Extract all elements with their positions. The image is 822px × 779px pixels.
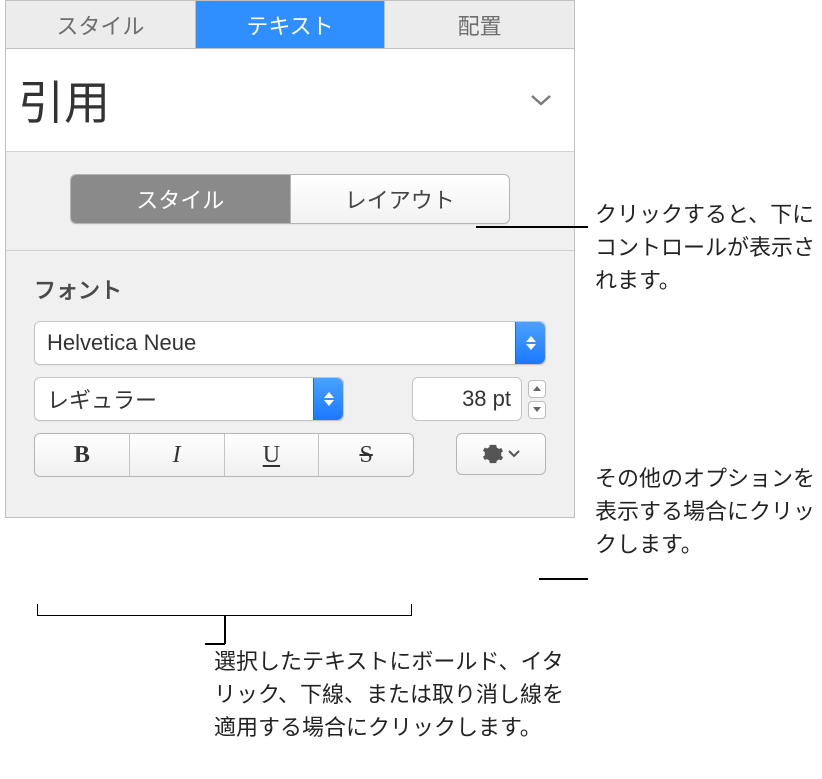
bius-group: B I U S bbox=[34, 433, 414, 477]
font-size-field[interactable]: 38 pt bbox=[412, 377, 522, 421]
advanced-options-button[interactable] bbox=[456, 433, 546, 475]
font-size-stepper bbox=[528, 380, 546, 419]
bold-button[interactable]: B bbox=[35, 434, 130, 476]
callout-bracket bbox=[37, 604, 412, 616]
chevron-down-small-icon bbox=[508, 450, 520, 458]
font-family-select[interactable]: Helvetica Neue bbox=[34, 321, 546, 365]
italic-button[interactable]: I bbox=[130, 434, 225, 476]
font-section-label: フォント bbox=[34, 273, 546, 305]
gear-icon bbox=[482, 443, 504, 465]
font-typeface-value: レギュラー bbox=[47, 383, 157, 415]
font-size-value: 38 pt bbox=[462, 386, 511, 412]
select-stepper-icon bbox=[313, 378, 343, 420]
font-family-value: Helvetica Neue bbox=[47, 330, 196, 356]
select-stepper-icon bbox=[515, 322, 545, 364]
underline-button[interactable]: U bbox=[225, 434, 320, 476]
callout-segmented: クリックすると、下にコントロールが表示されます。 bbox=[595, 198, 820, 297]
segmented-control: スタイル レイアウト bbox=[70, 174, 510, 224]
font-size-group: 38 pt bbox=[412, 377, 546, 421]
segment-style[interactable]: スタイル bbox=[71, 175, 291, 223]
callout-line bbox=[224, 616, 226, 644]
size-step-up[interactable] bbox=[528, 380, 546, 398]
paragraph-style-name: 引用 bbox=[18, 67, 110, 133]
callout-bius: 選択したテキストにボールド、イタリック、下線、または取り消し線を適用する場合にク… bbox=[214, 645, 574, 744]
callout-line bbox=[205, 643, 225, 645]
divider bbox=[6, 250, 574, 251]
callout-gear: その他のオプションを表示する場合にクリックします。 bbox=[595, 462, 820, 561]
paragraph-style-row[interactable]: 引用 bbox=[6, 49, 574, 152]
tab-arrange[interactable]: 配置 bbox=[385, 1, 574, 48]
format-panel: スタイル テキスト 配置 引用 スタイル レイアウト フォント Helvetic… bbox=[5, 0, 575, 518]
callout-line bbox=[539, 578, 588, 580]
format-row: B I U S bbox=[34, 433, 546, 477]
callout-line bbox=[476, 226, 588, 228]
segment-layout[interactable]: レイアウト bbox=[291, 175, 510, 223]
font-typeface-select[interactable]: レギュラー bbox=[34, 377, 344, 421]
tab-style[interactable]: スタイル bbox=[6, 1, 196, 48]
chevron-down-icon[interactable] bbox=[530, 93, 552, 107]
inner-area: スタイル レイアウト フォント Helvetica Neue レギュラー bbox=[6, 152, 574, 517]
size-step-down[interactable] bbox=[528, 401, 546, 419]
top-tabs: スタイル テキスト 配置 bbox=[6, 1, 574, 49]
tab-text[interactable]: テキスト bbox=[196, 1, 386, 48]
strikethrough-button[interactable]: S bbox=[319, 434, 413, 476]
